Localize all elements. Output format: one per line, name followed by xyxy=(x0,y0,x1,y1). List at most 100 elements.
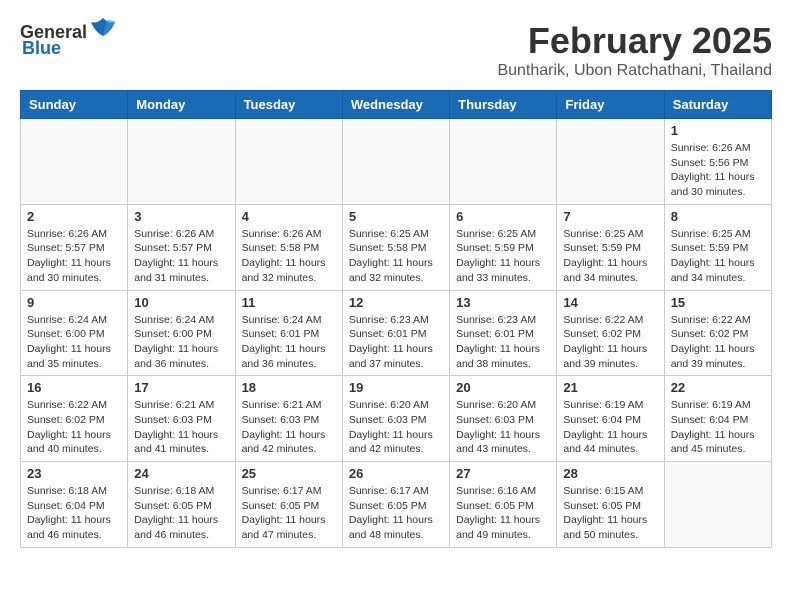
day-number: 15 xyxy=(671,295,765,310)
calendar-cell: 5Sunrise: 6:25 AMSunset: 5:58 PMDaylight… xyxy=(342,204,449,290)
title-section: February 2025 Buntharik, Ubon Ratchathan… xyxy=(497,20,772,80)
day-header-thursday: Thursday xyxy=(450,91,557,119)
calendar-table: SundayMondayTuesdayWednesdayThursdayFrid… xyxy=(20,90,772,548)
calendar-cell: 2 Sunrise: 6:26 AMSunset: 5:57 PMDaylight… xyxy=(21,204,128,290)
calendar-cell: 24 Sunrise: 6:18 AMSunset: 6:05 PMDayligh… xyxy=(128,462,235,548)
calendar-cell: 21 Sunrise: 6:19 AMSunset: 6:04 PMDayligh… xyxy=(557,376,664,462)
day-number: 5 xyxy=(349,209,443,224)
calendar-cell xyxy=(21,119,128,205)
day-header-monday: Monday xyxy=(128,91,235,119)
day-header-wednesday: Wednesday xyxy=(342,91,449,119)
calendar-cell: 19 Sunrise: 6:20 AMSunset: 6:03 PMDayligh… xyxy=(342,376,449,462)
calendar-cell: 22 Sunrise: 6:19 AMSunset: 6:04 PMDayligh… xyxy=(664,376,771,462)
calendar-cell xyxy=(128,119,235,205)
day-number: 26 xyxy=(349,466,443,481)
day-info: Sunrise: 6:16 AMSunset: 6:05 PMDaylight:… xyxy=(456,484,550,543)
day-number: 8 xyxy=(671,209,765,224)
calendar-cell: 12Sunrise: 6:23 AMSunset: 6:01 PMDayligh… xyxy=(342,290,449,376)
day-info: Sunrise: 6:17 AMSunset: 6:05 PMDaylight:… xyxy=(242,484,336,543)
day-number: 3 xyxy=(134,209,228,224)
day-number: 21 xyxy=(563,380,657,395)
day-number: 16 xyxy=(27,380,121,395)
calendar-cell: 20 Sunrise: 6:20 AMSunset: 6:03 PMDayligh… xyxy=(450,376,557,462)
day-number: 22 xyxy=(671,380,765,395)
day-info: Sunrise: 6:17 AMSunset: 6:05 PMDaylight:… xyxy=(349,484,443,543)
day-number: 6 xyxy=(456,209,550,224)
day-info: Sunrise: 6:20 AMSunset: 6:03 PMDaylight:… xyxy=(456,398,550,457)
day-info: Sunrise: 6:22 AMSunset: 6:02 PMDaylight:… xyxy=(671,313,765,372)
week-row-2: 2 Sunrise: 6:26 AMSunset: 5:57 PMDaylight… xyxy=(21,204,772,290)
day-info: Sunrise: 6:22 AMSunset: 6:02 PMDaylight:… xyxy=(27,398,121,457)
calendar-cell: 18 Sunrise: 6:21 AMSunset: 6:03 PMDayligh… xyxy=(235,376,342,462)
day-info: Sunrise: 6:25 AMSunset: 5:59 PMDaylight:… xyxy=(563,227,657,286)
day-info: Sunrise: 6:19 AMSunset: 6:04 PMDaylight:… xyxy=(671,398,765,457)
calendar-cell: 23 Sunrise: 6:18 AMSunset: 6:04 PMDayligh… xyxy=(21,462,128,548)
day-info: Sunrise: 6:26 AMSunset: 5:58 PMDaylight:… xyxy=(242,227,336,286)
day-number: 25 xyxy=(242,466,336,481)
calendar-cell: 14 Sunrise: 6:22 AMSunset: 6:02 PMDayligh… xyxy=(557,290,664,376)
calendar-cell: 4 Sunrise: 6:26 AMSunset: 5:58 PMDaylight… xyxy=(235,204,342,290)
day-number: 13 xyxy=(456,295,550,310)
days-header-row: SundayMondayTuesdayWednesdayThursdayFrid… xyxy=(21,91,772,119)
calendar-cell: 10 Sunrise: 6:24 AMSunset: 6:00 PMDayligh… xyxy=(128,290,235,376)
logo-blue: Blue xyxy=(22,38,61,59)
day-info: Sunrise: 6:20 AMSunset: 6:03 PMDaylight:… xyxy=(349,398,443,457)
calendar-cell: 11 Sunrise: 6:24 AMSunset: 6:01 PMDayligh… xyxy=(235,290,342,376)
day-header-saturday: Saturday xyxy=(664,91,771,119)
week-row-4: 16 Sunrise: 6:22 AMSunset: 6:02 PMDayligh… xyxy=(21,376,772,462)
day-info: Sunrise: 6:22 AMSunset: 6:02 PMDaylight:… xyxy=(563,313,657,372)
day-number: 28 xyxy=(563,466,657,481)
day-number: 27 xyxy=(456,466,550,481)
week-row-5: 23 Sunrise: 6:18 AMSunset: 6:04 PMDayligh… xyxy=(21,462,772,548)
day-number: 1 xyxy=(671,123,765,138)
day-number: 20 xyxy=(456,380,550,395)
day-info: Sunrise: 6:26 AMSunset: 5:57 PMDaylight:… xyxy=(27,227,121,286)
day-info: Sunrise: 6:19 AMSunset: 6:04 PMDaylight:… xyxy=(563,398,657,457)
calendar-cell: 3 Sunrise: 6:26 AMSunset: 5:57 PMDaylight… xyxy=(128,204,235,290)
day-info: Sunrise: 6:25 AMSunset: 5:59 PMDaylight:… xyxy=(671,227,765,286)
calendar-cell: 26 Sunrise: 6:17 AMSunset: 6:05 PMDayligh… xyxy=(342,462,449,548)
day-number: 19 xyxy=(349,380,443,395)
day-info: Sunrise: 6:21 AMSunset: 6:03 PMDaylight:… xyxy=(242,398,336,457)
day-info: Sunrise: 6:24 AMSunset: 6:00 PMDaylight:… xyxy=(134,313,228,372)
logo: General Blue xyxy=(20,20,117,59)
day-number: 23 xyxy=(27,466,121,481)
day-info: Sunrise: 6:24 AMSunset: 6:01 PMDaylight:… xyxy=(242,313,336,372)
day-info: Sunrise: 6:18 AMSunset: 6:04 PMDaylight:… xyxy=(27,484,121,543)
calendar-cell: 17Sunrise: 6:21 AMSunset: 6:03 PMDayligh… xyxy=(128,376,235,462)
calendar-cell: 15 Sunrise: 6:22 AMSunset: 6:02 PMDayligh… xyxy=(664,290,771,376)
calendar-cell: 16 Sunrise: 6:22 AMSunset: 6:02 PMDayligh… xyxy=(21,376,128,462)
month-title: February 2025 xyxy=(497,20,772,62)
day-info: Sunrise: 6:15 AMSunset: 6:05 PMDaylight:… xyxy=(563,484,657,543)
calendar-cell xyxy=(342,119,449,205)
day-info: Sunrise: 6:23 AMSunset: 6:01 PMDaylight:… xyxy=(349,313,443,372)
calendar-cell: 7Sunrise: 6:25 AMSunset: 5:59 PMDaylight… xyxy=(557,204,664,290)
calendar-cell: 8 Sunrise: 6:25 AMSunset: 5:59 PMDaylight… xyxy=(664,204,771,290)
day-header-friday: Friday xyxy=(557,91,664,119)
calendar-cell: 25 Sunrise: 6:17 AMSunset: 6:05 PMDayligh… xyxy=(235,462,342,548)
day-number: 14 xyxy=(563,295,657,310)
header: General Blue February 2025 Buntharik, Ub… xyxy=(20,20,772,80)
day-info: Sunrise: 6:18 AMSunset: 6:05 PMDaylight:… xyxy=(134,484,228,543)
location-title: Buntharik, Ubon Ratchathani, Thailand xyxy=(497,62,772,80)
calendar-cell xyxy=(664,462,771,548)
week-row-3: 9Sunrise: 6:24 AMSunset: 6:00 PMDaylight… xyxy=(21,290,772,376)
calendar-cell: 28 Sunrise: 6:15 AMSunset: 6:05 PMDayligh… xyxy=(557,462,664,548)
day-info: Sunrise: 6:23 AMSunset: 6:01 PMDaylight:… xyxy=(456,313,550,372)
calendar-cell: 27 Sunrise: 6:16 AMSunset: 6:05 PMDayligh… xyxy=(450,462,557,548)
calendar-cell: 9Sunrise: 6:24 AMSunset: 6:00 PMDaylight… xyxy=(21,290,128,376)
calendar-cell: 6 Sunrise: 6:25 AMSunset: 5:59 PMDaylight… xyxy=(450,204,557,290)
day-number: 17 xyxy=(134,380,228,395)
day-number: 18 xyxy=(242,380,336,395)
day-number: 24 xyxy=(134,466,228,481)
calendar-cell xyxy=(235,119,342,205)
day-info: Sunrise: 6:26 AMSunset: 5:57 PMDaylight:… xyxy=(134,227,228,286)
day-number: 11 xyxy=(242,295,336,310)
day-number: 2 xyxy=(27,209,121,224)
day-info: Sunrise: 6:24 AMSunset: 6:00 PMDaylight:… xyxy=(27,313,121,372)
day-number: 10 xyxy=(134,295,228,310)
day-info: Sunrise: 6:25 AMSunset: 5:59 PMDaylight:… xyxy=(456,227,550,286)
calendar-cell xyxy=(557,119,664,205)
logo-icon xyxy=(89,16,117,44)
day-number: 4 xyxy=(242,209,336,224)
